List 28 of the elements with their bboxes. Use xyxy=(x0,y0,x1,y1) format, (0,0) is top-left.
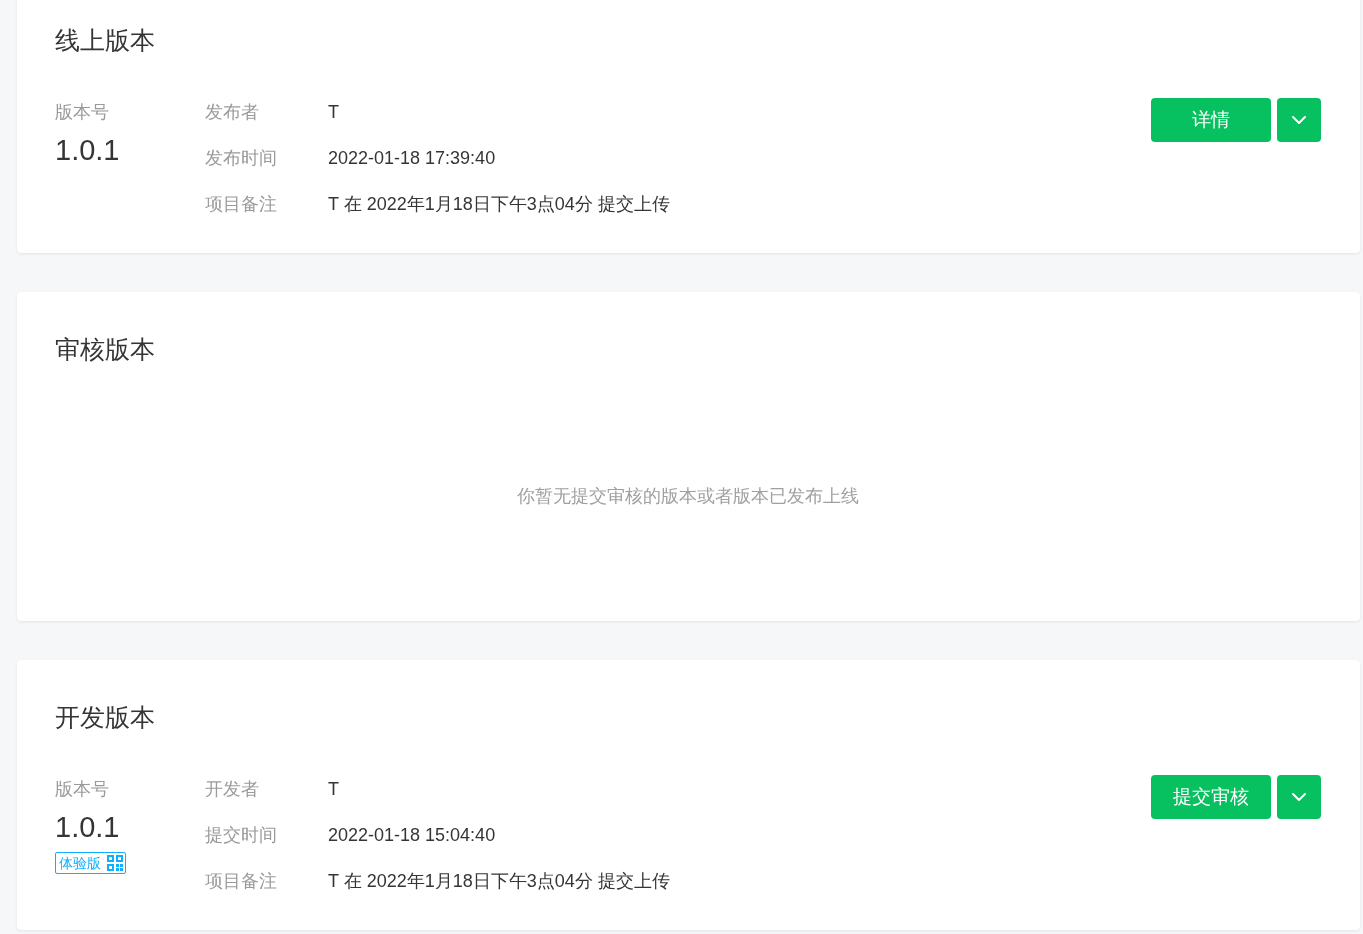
action-button[interactable]: 提交审核 xyxy=(1151,775,1271,819)
detail-value: T 在 2022年1月18日下午3点04分 提交上传 xyxy=(328,193,670,216)
detail-value: T xyxy=(328,778,339,800)
qr-code-icon[interactable] xyxy=(107,855,123,871)
tag-label: 体验版 xyxy=(59,854,101,872)
dropdown-button[interactable] xyxy=(1277,98,1321,142)
version-label: 版本号 xyxy=(55,101,109,124)
chevron-down-icon xyxy=(1292,116,1306,124)
detail-label: 项目备注 xyxy=(205,870,277,893)
dropdown-button[interactable] xyxy=(1277,775,1321,819)
section-title: 开发版本 xyxy=(55,702,155,733)
detail-label: 发布时间 xyxy=(205,147,277,170)
detail-value: 2022-01-18 17:39:40 xyxy=(328,147,496,169)
detail-label: 提交时间 xyxy=(205,824,277,847)
version-number: 1.0.1 xyxy=(55,135,120,165)
action-button[interactable]: 详情 xyxy=(1151,98,1271,142)
detail-label: 发布者 xyxy=(205,101,259,124)
version-label: 版本号 xyxy=(55,778,109,801)
detail-label: 开发者 xyxy=(205,778,259,801)
chevron-down-icon xyxy=(1292,793,1306,801)
section-title: 审核版本 xyxy=(55,334,155,365)
version-number: 1.0.1 xyxy=(55,812,120,842)
empty-message: 你暂无提交审核的版本或者版本已发布上线 xyxy=(517,485,859,508)
detail-value: T 在 2022年1月18日下午3点04分 提交上传 xyxy=(328,870,670,893)
section-title: 线上版本 xyxy=(55,25,155,56)
detail-value: T xyxy=(328,101,339,123)
detail-value: 2022-01-18 15:04:40 xyxy=(328,824,496,846)
detail-label: 项目备注 xyxy=(205,193,277,216)
